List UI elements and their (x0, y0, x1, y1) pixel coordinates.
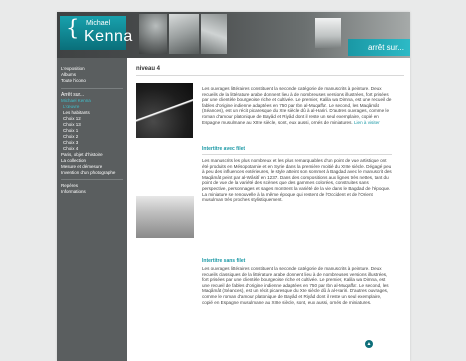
photo-moon-line (136, 83, 193, 138)
sidebar-divider (61, 88, 123, 89)
back-to-top-button[interactable]: ▲ (365, 340, 373, 348)
sidebar-item-informations[interactable]: Informations (61, 189, 86, 195)
header-photo-3 (201, 14, 227, 54)
sidebar-item-invention[interactable]: Invention d'un photographe (61, 170, 115, 176)
paragraph-1: Les ouvrages littéraires constituent la … (202, 86, 392, 125)
logo-last-name: Kenna (84, 28, 133, 45)
main-content: niveau 4 Les ouvrages littéraires consti… (136, 58, 404, 361)
arrow-up-icon: ▲ (366, 341, 372, 347)
read-more-link[interactable]: Lien à visiter (354, 120, 380, 125)
header-photo-4 (315, 18, 341, 48)
header-photo-1 (139, 14, 167, 54)
sidebar-nav: L'exposition Albums Toute l'icono Arrêt … (57, 58, 127, 361)
page-title: niveau 4 (136, 66, 161, 72)
title-divider (136, 75, 404, 76)
sidebar-divider (61, 179, 123, 180)
subtitle-with-rule: Intertitre avec filet (202, 146, 246, 152)
photo-misty-landscape (136, 196, 194, 238)
paragraph-2: Les manuscrits les plus nombreux et les … (202, 158, 392, 203)
page-container: { Michael Kenna arrêt sur... L'expositio… (57, 12, 410, 361)
subtitle-divider (202, 154, 392, 155)
paragraph-3: Les ouvrages littéraires constituent la … (202, 266, 389, 305)
site-header: { Michael Kenna arrêt sur... (57, 12, 410, 58)
logo-bracket-icon: { (66, 16, 80, 40)
sidebar-group-arret: Arrêt sur... Michael Kenna L'œuvre Les h… (61, 92, 115, 176)
sidebar-group-info: Repères Informations (61, 183, 86, 195)
sidebar-group-main: L'exposition Albums Toute l'icono (61, 66, 86, 84)
sidebar-item-icono[interactable]: Toute l'icono (61, 78, 86, 84)
site-logo[interactable]: { Michael Kenna (60, 16, 132, 50)
arret-sur-button[interactable]: arrêt sur... (348, 39, 410, 56)
header-photo-2 (169, 14, 199, 54)
subtitle-without-rule: Intertitre sans filet (202, 258, 246, 264)
